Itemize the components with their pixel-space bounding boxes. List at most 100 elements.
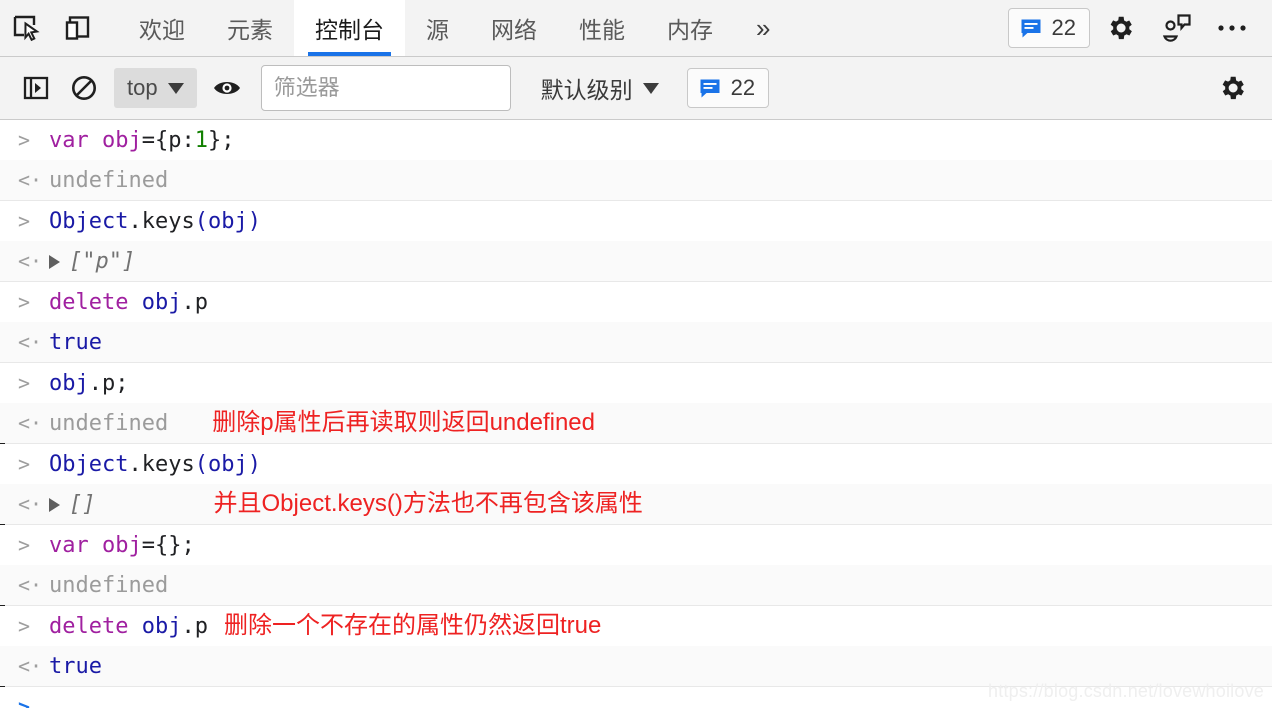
toolbar-message-count-badge[interactable]: 22 (686, 68, 770, 108)
console-output-value: undefined (49, 168, 169, 193)
console-input-code: delete obj.p (49, 607, 208, 647)
annotation-text: 并且Object.keys()方法也不再包含该属性 (213, 490, 643, 517)
chevron-down-icon (642, 82, 659, 94)
console-group: > obj.p; <· undefined 删除p属性后再读取则返回undefi… (0, 363, 1272, 444)
tab-elements[interactable]: 元素 (206, 0, 294, 56)
execution-context-selector[interactable]: top (114, 68, 197, 108)
code-token: .keys (128, 452, 195, 477)
message-bubble-icon (700, 79, 720, 98)
device-toolbar-icon[interactable] (52, 0, 104, 56)
annotation-text: 删除p属性后再读取则返回undefined (212, 409, 595, 436)
code-token: ={ (141, 128, 169, 153)
filter-input[interactable] (260, 65, 511, 111)
gear-icon (1222, 76, 1244, 100)
console-input-line[interactable]: > delete obj.p 删除一个不存在的属性仍然返回true (0, 606, 1272, 646)
console-message-list[interactable]: > var obj={p:1}; <· undefined > Object.k… (0, 120, 1272, 708)
log-level-label: 默认级别 (540, 77, 633, 103)
console-output-line: <· [] 并且Object.keys()方法也不再包含该属性 (0, 484, 1272, 524)
console-output-line: <· undefined (0, 565, 1272, 605)
code-token: .p (181, 290, 208, 315)
prompt-out-icon: <· (18, 249, 43, 273)
feedback-button[interactable] (1150, 5, 1202, 51)
log-level-selector[interactable]: 默认级别 (541, 71, 659, 105)
gear-icon (1110, 16, 1132, 40)
tabbar-actions: 22 (1007, 0, 1272, 56)
console-group: > var obj={p:1}; <· undefined (0, 120, 1272, 201)
console-output-value: undefined (49, 411, 169, 436)
device-toolbar-glyph (65, 16, 90, 40)
live-expression-button[interactable] (205, 66, 249, 110)
console-group: > Object.keys(obj) <· [] 并且Object.keys()… (0, 444, 1272, 525)
console-input-line[interactable]: > delete obj.p (0, 282, 1272, 322)
prompt-out-icon: <· (18, 492, 43, 516)
code-token: ( (194, 209, 208, 234)
more-options-icon (1218, 25, 1246, 31)
console-input-code: delete obj.p (49, 283, 208, 323)
prompt-in-icon: > (18, 290, 31, 314)
clear-console-icon (72, 76, 96, 100)
message-count-badge[interactable]: 22 (1007, 8, 1090, 48)
prompt-out-icon: <· (18, 411, 43, 435)
clear-console-button[interactable] (62, 66, 106, 110)
feedback-icon (1162, 14, 1191, 42)
prompt-active-icon: > (18, 695, 31, 708)
code-token: obj (101, 533, 142, 558)
console-input-code: var obj={}; (49, 526, 195, 566)
console-sidebar-toggle-button[interactable] (14, 66, 58, 110)
watermark-text: https://blog.csdn.net/lovewhoilove (988, 681, 1264, 701)
console-sidebar-toggle-icon (23, 76, 49, 100)
prompt-in-icon: > (18, 614, 31, 638)
prompt-in-icon: > (18, 452, 31, 476)
code-token: delete (49, 290, 142, 315)
console-input-line[interactable]: > var obj={p:1}; (0, 120, 1272, 160)
code-token: ) (247, 452, 261, 477)
console-input-line[interactable]: > var obj={}; (0, 525, 1272, 565)
code-token: Object (49, 209, 129, 234)
annotation-text: 删除一个不存在的属性仍然返回true (223, 612, 602, 639)
prompt-out-icon: <· (18, 330, 43, 354)
more-options-button[interactable] (1206, 5, 1258, 51)
tab-welcome[interactable]: 欢迎 (118, 0, 206, 56)
console-input-line[interactable]: > obj.p; (0, 363, 1272, 403)
console-output-line: <· true (0, 322, 1272, 362)
message-bubble-icon (1021, 19, 1041, 38)
code-token: obj (101, 128, 142, 153)
chevron-down-icon (167, 82, 184, 94)
code-token: .keys (128, 209, 195, 234)
expand-arrow-icon[interactable] (49, 255, 60, 269)
tab-network[interactable]: 网络 (470, 0, 558, 56)
more-tabs-icon[interactable]: » (734, 0, 792, 56)
tab-memory[interactable]: 内存 (646, 0, 734, 56)
tab-console[interactable]: 控制台 (294, 0, 405, 56)
settings-button[interactable] (1094, 5, 1146, 51)
code-token: var (49, 533, 102, 558)
prompt-out-icon: <· (18, 573, 43, 597)
code-token: ={}; (141, 533, 195, 558)
console-output-line: <· undefined (0, 160, 1272, 200)
console-input-line[interactable]: > Object.keys(obj) (0, 444, 1272, 484)
code-token: obj (141, 290, 182, 315)
code-token: obj (141, 614, 182, 639)
prompt-in-icon: > (18, 209, 31, 233)
tab-sources[interactable]: 源 (405, 0, 470, 56)
console-output-value: ["p"] (69, 249, 136, 274)
console-input-code: obj.p; (49, 364, 129, 404)
message-count-value: 22 (1051, 15, 1076, 40)
inspect-element-icon[interactable] (0, 0, 52, 56)
tab-performance[interactable]: 性能 (558, 0, 646, 56)
console-settings-button[interactable] (1206, 65, 1258, 111)
eye-icon (213, 82, 240, 94)
code-token: ( (194, 452, 208, 477)
console-filter-toolbar: top 默认级别 22 (0, 57, 1272, 120)
expand-arrow-icon[interactable] (49, 498, 60, 512)
console-input-code: Object.keys(obj) (49, 202, 261, 242)
code-token: : (181, 128, 195, 153)
tab-console-label: 控制台 (315, 17, 384, 43)
tab-network-label: 网络 (491, 17, 537, 43)
console-input-line[interactable]: > Object.keys(obj) (0, 201, 1272, 241)
console-toolbar-right (1206, 65, 1258, 111)
prompt-in-icon: > (18, 128, 31, 152)
panel-tab-list: 欢迎 元素 控制台 源 网络 性能 内存 » (118, 0, 792, 56)
console-output-line: <· ["p"] (0, 241, 1272, 281)
more-tabs-glyph: » (756, 12, 771, 43)
